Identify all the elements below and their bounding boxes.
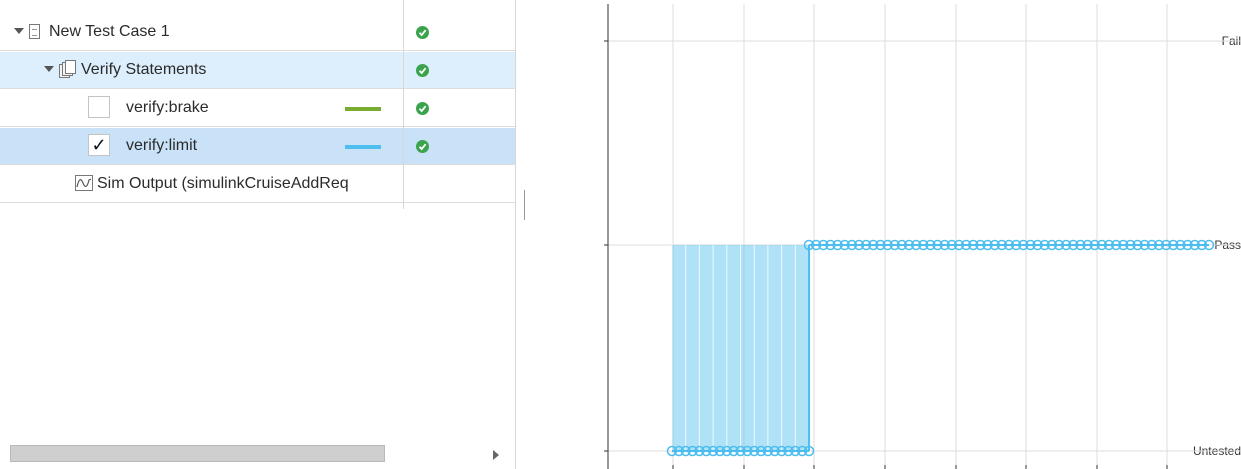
brake-signal-checkbox[interactable] [88,96,110,118]
scrollbar-thumb[interactable] [10,445,385,462]
tree-row-test-case[interactable]: New Test Case 1 [0,14,515,51]
pass-icon [416,26,429,39]
limit-signal-checkbox[interactable]: ✓ [88,134,110,156]
check-mark-icon: ✓ [91,135,107,155]
sim-output-waveform-icon [75,175,93,191]
verify-statements-stack-icon [59,60,76,78]
tree-row-verify-statements[interactable]: Verify Statements [0,52,515,89]
pass-icon [416,102,429,115]
brake-signal-color-swatch [345,107,381,111]
status-column-divider [403,0,404,209]
tree-row-label: verify:limit [126,137,198,154]
expand-caret-icon[interactable] [14,28,24,34]
expand-caret-icon[interactable] [44,66,54,72]
tree-row-verify-limit[interactable]: ✓ verify:limit [0,128,515,165]
panel-splitter[interactable] [516,0,525,469]
test-case-document-icon [29,24,40,39]
scroll-right-arrow-icon[interactable] [493,450,499,460]
tree-row-label: Verify Statements [81,61,207,78]
limit-signal-color-swatch [345,145,381,149]
tree-row-verify-brake[interactable]: verify:brake [0,90,515,127]
pass-icon [416,64,429,77]
plot-canvas [604,4,1241,469]
horizontal-scrollbar[interactable] [10,445,390,463]
tree-row-label: New Test Case 1 [49,23,170,40]
test-results-tree: New Test Case 1 Verify Statements verify… [0,0,516,469]
pass-icon [416,140,429,153]
tree-row-label: Sim Output (simulinkCruiseAddReq [97,175,349,192]
tree-row-label: verify:brake [126,99,209,116]
verification-plot[interactable]: Fail Pass Untested [526,0,1241,469]
splitter-grip[interactable] [524,190,525,220]
tree-row-sim-output[interactable]: Sim Output (simulinkCruiseAddReq [0,166,515,203]
